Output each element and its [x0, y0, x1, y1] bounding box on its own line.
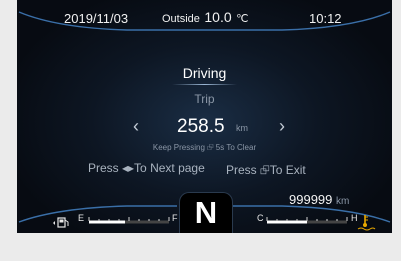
- fuel-ticks: [88, 217, 170, 221]
- temp-unit: ℃: [236, 13, 249, 25]
- title-divider: [172, 84, 237, 85]
- temp-hot-label: H: [351, 213, 358, 223]
- fuel-pump-icon: [53, 217, 69, 228]
- trip-unit: km: [236, 123, 248, 133]
- outside-label: Outside: [162, 13, 200, 25]
- prev-arrow-icon[interactable]: ‹: [133, 117, 139, 135]
- next-page-hint: Press ◂▸To Next page: [88, 161, 205, 175]
- fuel-full-label: F: [172, 213, 178, 223]
- clear-hint: Keep Pressing ⮺ 5s To Clear: [152, 143, 257, 152]
- trip-value: 258.5: [177, 116, 225, 137]
- temp-cold-label: C: [257, 213, 264, 223]
- page-title: Driving: [182, 65, 227, 81]
- fuel-empty-label: E: [78, 213, 85, 223]
- exit-hint: Press ⮺To Exit: [226, 163, 306, 177]
- gear-indicator: N: [179, 192, 233, 233]
- status-bar: 2019/11/03 Outside 10.0 ℃ 10:12: [17, 0, 392, 30]
- cluster-screen: 2019/11/03 Outside 10.0 ℃ 10:12 Driving …: [17, 0, 392, 233]
- outside-temp-value: 10.0: [204, 9, 232, 25]
- clock-readout: 10:12: [309, 11, 342, 26]
- page-subtitle: Trip: [194, 92, 215, 106]
- date-readout: 2019/11/03: [64, 11, 129, 26]
- temp-ticks: [266, 217, 348, 221]
- outside-temp-readout: Outside 10.0 ℃: [162, 9, 248, 27]
- next-arrow-icon[interactable]: ›: [279, 117, 285, 135]
- gear-letter: N: [194, 195, 218, 230]
